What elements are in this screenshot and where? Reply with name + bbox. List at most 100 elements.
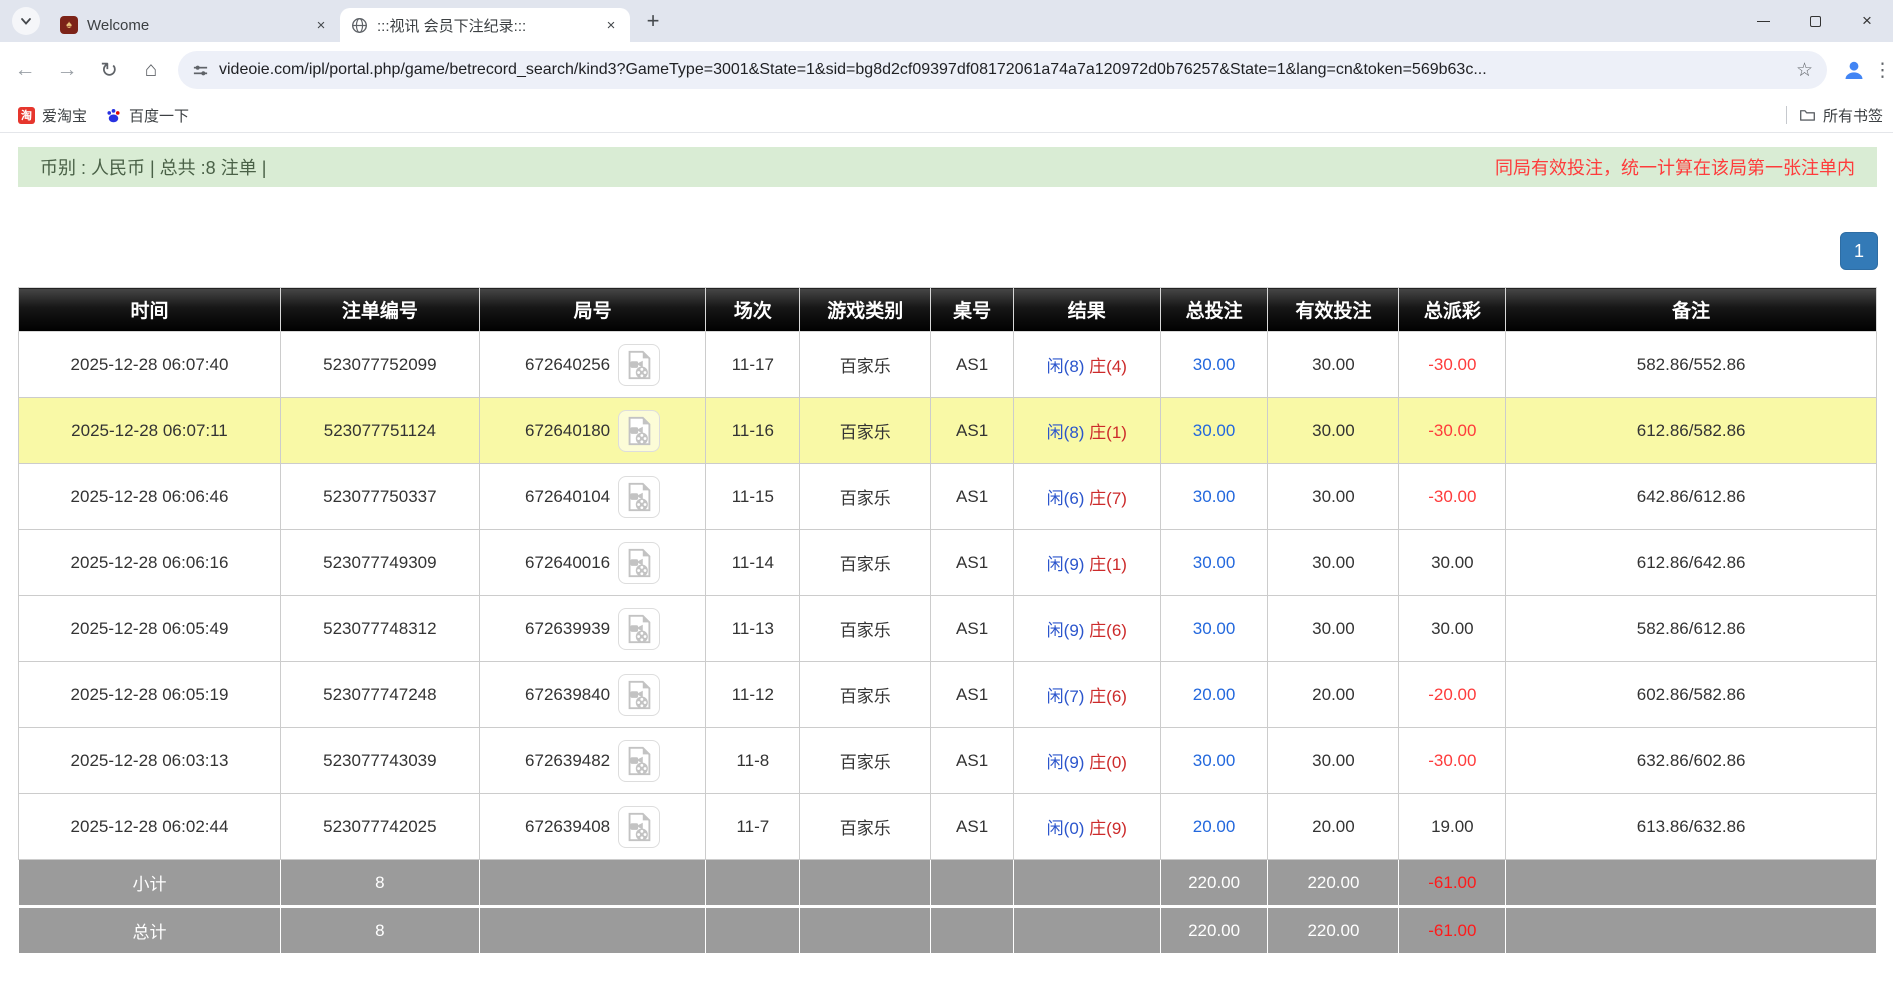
session-cell: 11-8	[706, 728, 800, 794]
round-id: 672640016	[525, 553, 610, 573]
person-icon	[1842, 58, 1866, 82]
minimize-button[interactable]	[1737, 0, 1789, 42]
bet-id-cell: 523077743039	[280, 728, 479, 794]
table-row: 2025-12-28 06:06:46 523077750337 6726401…	[19, 464, 1877, 530]
url-bar[interactable]: videoie.com/ipl/portal.php/game/betrecor…	[178, 51, 1827, 89]
empty-cell	[1013, 907, 1160, 954]
tab-title: :::视讯 会员下注纪录:::	[377, 15, 594, 36]
video-replay-button[interactable]	[618, 542, 660, 584]
bet-records-table: 时间 注单编号 局号 场次 游戏类别 桌号 结果 总投注 有效投注 总派彩 备注…	[18, 287, 1877, 954]
film-icon	[622, 414, 656, 448]
refresh-button[interactable]: ↻	[92, 53, 126, 87]
all-bookmarks-label: 所有书签	[1823, 105, 1883, 126]
url-text[interactable]: videoie.com/ipl/portal.php/game/betrecor…	[219, 61, 1786, 79]
bookmark-star-icon[interactable]: ☆	[1796, 59, 1813, 82]
valid-bet-cell: 20.00	[1268, 794, 1399, 860]
payout-cell: 30.00	[1399, 596, 1506, 662]
globe-favicon-icon	[350, 16, 368, 34]
game-type-cell: 百家乐	[800, 596, 931, 662]
valid-bet-cell: 20.00	[1268, 662, 1399, 728]
time-cell: 2025-12-28 06:05:49	[19, 596, 281, 662]
col-bet-id: 注单编号	[280, 288, 479, 332]
profile-avatar[interactable]	[1841, 57, 1867, 83]
result-cell: 闲(9) 庄(0)	[1013, 728, 1160, 794]
bet-id-cell: 523077747248	[280, 662, 479, 728]
table-no-cell: AS1	[931, 596, 1014, 662]
video-replay-button[interactable]	[618, 476, 660, 518]
session-cell: 11-14	[706, 530, 800, 596]
new-tab-button[interactable]: +	[638, 6, 668, 36]
time-cell: 2025-12-28 06:07:40	[19, 332, 281, 398]
forward-button[interactable]: →	[50, 53, 84, 87]
video-replay-button[interactable]	[618, 740, 660, 782]
round-id: 672639482	[525, 751, 610, 771]
total-total-bet: 220.00	[1160, 907, 1268, 954]
tab-welcome[interactable]: ♠ Welcome ×	[50, 8, 340, 42]
browser-window: ♠ Welcome × :::视讯 会员下注纪录::: × + × ← → ↻ …	[0, 0, 1893, 133]
table-row: 2025-12-28 06:05:19 523077747248 6726398…	[19, 662, 1877, 728]
valid-bet-cell: 30.00	[1268, 530, 1399, 596]
bookmark-taobao[interactable]: 淘 爱淘宝	[18, 105, 87, 126]
taobao-icon: 淘	[18, 107, 35, 124]
subtotal-payout: -61.00	[1399, 860, 1506, 907]
page-1-button[interactable]: 1	[1840, 232, 1878, 270]
back-button[interactable]: ←	[8, 53, 42, 87]
time-cell: 2025-12-28 06:07:11	[19, 398, 281, 464]
total-bet-cell: 30.00	[1160, 398, 1268, 464]
valid-bet-cell: 30.00	[1268, 728, 1399, 794]
site-info-icon[interactable]	[192, 62, 209, 79]
browser-menu-button[interactable]: ⋮	[1873, 59, 1889, 82]
film-icon	[622, 480, 656, 514]
chevron-down-icon	[19, 14, 33, 28]
all-bookmarks-button[interactable]: 所有书签	[1786, 98, 1883, 132]
time-cell: 2025-12-28 06:05:19	[19, 662, 281, 728]
table-header-row: 时间 注单编号 局号 场次 游戏类别 桌号 结果 总投注 有效投注 总派彩 备注	[19, 288, 1877, 332]
video-replay-button[interactable]	[618, 344, 660, 386]
tab-search-button[interactable]	[12, 7, 40, 35]
col-time: 时间	[19, 288, 281, 332]
bet-id-cell: 523077752099	[280, 332, 479, 398]
home-button[interactable]: ⌂	[134, 53, 168, 87]
bet-id-cell: 523077749309	[280, 530, 479, 596]
total-row: 总计 8 220.00 220.00 -61.00	[19, 907, 1877, 954]
close-tab-icon[interactable]: ×	[602, 16, 620, 34]
table-row: 2025-12-28 06:02:44 523077742025 6726394…	[19, 794, 1877, 860]
col-table-no: 桌号	[931, 288, 1014, 332]
round-id: 672639408	[525, 817, 610, 837]
tab-betrecord[interactable]: :::视讯 会员下注纪录::: ×	[340, 8, 630, 42]
empty-cell	[800, 907, 931, 954]
round-cell: 672640256	[479, 332, 706, 398]
tab-title: Welcome	[87, 17, 304, 34]
video-replay-button[interactable]	[618, 674, 660, 716]
round-cell: 672639939	[479, 596, 706, 662]
film-icon	[622, 612, 656, 646]
maximize-button[interactable]	[1789, 0, 1841, 42]
remark-cell: 613.86/632.86	[1506, 794, 1877, 860]
remark-cell: 612.86/582.86	[1506, 398, 1877, 464]
table-no-cell: AS1	[931, 662, 1014, 728]
total-bet-cell: 30.00	[1160, 332, 1268, 398]
close-tab-icon[interactable]: ×	[312, 16, 330, 34]
bookmark-label: 百度一下	[129, 105, 189, 126]
empty-cell	[706, 860, 800, 907]
valid-bet-cell: 30.00	[1268, 596, 1399, 662]
total-bet-cell: 30.00	[1160, 530, 1268, 596]
table-row: 2025-12-28 06:07:40 523077752099 6726402…	[19, 332, 1877, 398]
browser-toolbar: ← → ↻ ⌂ videoie.com/ipl/portal.php/game/…	[0, 42, 1893, 98]
video-replay-button[interactable]	[618, 410, 660, 452]
round-cell: 672639482	[479, 728, 706, 794]
bet-id-cell: 523077750337	[280, 464, 479, 530]
remark-cell: 642.86/612.86	[1506, 464, 1877, 530]
remark-cell: 612.86/642.86	[1506, 530, 1877, 596]
casino-favicon-icon: ♠	[60, 16, 78, 34]
bookmark-baidu[interactable]: 百度一下	[105, 105, 189, 126]
page-content: 币别 : 人民币 | 总共 :8 注单 | 同局有效投注，统一计算在该局第一张注…	[0, 147, 1893, 954]
close-window-button[interactable]: ×	[1841, 0, 1893, 42]
game-type-cell: 百家乐	[800, 662, 931, 728]
video-replay-button[interactable]	[618, 806, 660, 848]
col-valid-bet: 有效投注	[1268, 288, 1399, 332]
valid-bet-cell: 30.00	[1268, 332, 1399, 398]
table-row: 2025-12-28 06:03:13 523077743039 6726394…	[19, 728, 1877, 794]
payout-cell: 19.00	[1399, 794, 1506, 860]
video-replay-button[interactable]	[618, 608, 660, 650]
